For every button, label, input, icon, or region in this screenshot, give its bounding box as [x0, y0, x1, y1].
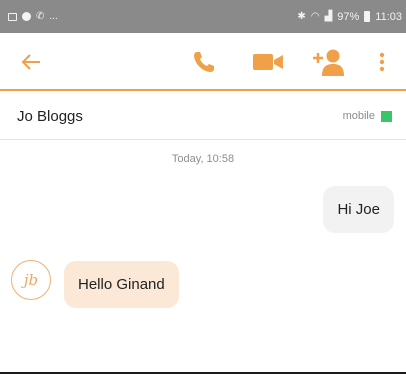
wifi-icon: ◠	[310, 10, 320, 22]
battery-percent: 97%	[337, 10, 360, 23]
circle-icon	[22, 12, 31, 21]
status-left: ✆ ...	[8, 10, 58, 22]
overflow-menu-icon	[379, 52, 385, 72]
signal-icon: ▟	[324, 10, 333, 22]
incoming-message-bubble[interactable]: Hello Ginand	[64, 261, 179, 308]
wifi-call-icon: ✆	[36, 10, 45, 22]
status-bar: ✆ ... ✱ ◠ ▟ 97% 11:03	[0, 0, 406, 33]
presence-label: mobile	[342, 110, 375, 122]
status-right: ✱ ◠ ▟ 97% 11:03	[297, 11, 402, 23]
chat-screen: ✆ ... ✱ ◠ ▟ 97% 11:03 Jo Bloggs mobile T…	[0, 0, 406, 374]
add-user-icon	[313, 49, 344, 76]
phone-icon	[194, 52, 214, 72]
overflow-menu-button[interactable]	[368, 45, 396, 79]
bluetooth-icon: ✱	[297, 10, 306, 22]
video-camera-icon	[253, 54, 283, 70]
video-call-button[interactable]	[248, 45, 288, 79]
message-timestamp: Today, 10:58	[171, 153, 235, 165]
contact-avatar[interactable]: jb	[11, 260, 51, 300]
back-button[interactable]	[14, 45, 48, 79]
battery-icon	[364, 11, 371, 22]
gallery-icon	[8, 12, 17, 21]
presence-status-icon	[381, 110, 392, 122]
toolbar	[0, 33, 406, 91]
contact-header[interactable]: Jo Bloggs mobile	[0, 93, 406, 140]
call-button[interactable]	[186, 45, 222, 79]
add-participant-button[interactable]	[308, 43, 348, 81]
contact-name: Jo Bloggs	[17, 107, 83, 125]
status-overflow: ...	[49, 10, 58, 22]
presence-indicator: mobile	[343, 110, 392, 122]
back-arrow-icon	[21, 54, 40, 70]
outgoing-message-bubble[interactable]: Hi Joe	[323, 186, 394, 233]
clock: 11:03	[375, 10, 402, 23]
